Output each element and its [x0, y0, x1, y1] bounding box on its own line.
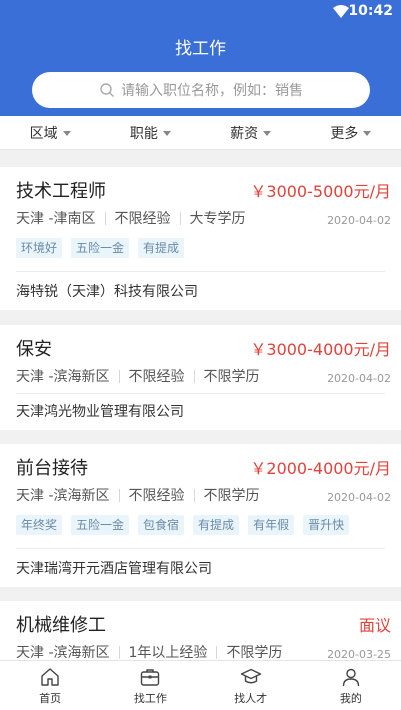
job-education: 大专学历 [189, 211, 246, 227]
tab-home[interactable]: 首页 [0, 661, 100, 710]
card-divider [16, 271, 385, 272]
search-input[interactable]: 请输入职位名称，例如：销售 [32, 72, 370, 108]
wifi-icon [333, 5, 349, 18]
job-tag: 包食宿 [138, 515, 185, 535]
search-icon [100, 83, 114, 97]
job-salary: 面议 [358, 616, 391, 635]
search-placeholder: 请输入职位名称，例如：销售 [121, 83, 303, 99]
job-card[interactable]: 技术工程师 ￥3000-5000元/月 天津 -津南区 不限经验 大专学历 20… [0, 167, 401, 310]
job-tag: 五险一金 [71, 515, 130, 535]
card-divider [16, 393, 385, 394]
job-experience: 不限经验 [114, 211, 171, 227]
tab-find-job[interactable]: 找工作 [100, 661, 200, 710]
divider [179, 211, 181, 225]
job-experience: 不限经验 [128, 488, 185, 504]
job-title: 技术工程师 [16, 181, 106, 202]
divider [118, 645, 120, 659]
caret-down-icon [62, 131, 71, 136]
job-experience: 不限经验 [128, 369, 185, 385]
divider [118, 488, 120, 502]
job-card[interactable]: 保安 ￥3000-4000元/月 天津 -滨海新区 不限经验 不限学历 2020… [0, 325, 401, 430]
job-meta: 天津 -滨海新区 不限经验 不限学历 [16, 485, 260, 505]
tab-label: 找工作 [133, 691, 167, 705]
job-meta: 天津 -滨海新区 1年以上经验 不限学历 [16, 642, 282, 662]
filter-salary[interactable]: 薪资 [201, 116, 301, 149]
job-title: 机械维修工 [16, 615, 106, 636]
job-title: 保安 [16, 339, 52, 360]
job-salary: ￥3000-5000元/月 [250, 182, 391, 201]
caret-down-icon [263, 131, 272, 136]
filter-label: 薪资 [230, 125, 259, 142]
caret-down-icon [363, 131, 372, 136]
filter-region[interactable]: 区域 [0, 116, 100, 149]
divider [118, 369, 120, 383]
filter-bar: 区域 职能 薪资 更多 [0, 116, 401, 150]
company-name: 海特锐（天津）科技有限公司 [16, 284, 198, 300]
tab-label: 首页 [39, 691, 62, 705]
job-education: 不限学历 [226, 645, 283, 661]
job-date: 2020-04-02 [327, 372, 391, 385]
job-location: 天津 -滨海新区 [16, 369, 110, 385]
header: 10:42 找工作 请输入职位名称，例如：销售 [0, 0, 401, 116]
card-divider [16, 548, 385, 549]
job-tag: 晋升快 [303, 515, 350, 535]
job-tag: 环境好 [16, 238, 63, 258]
status-bar: 10:42 [0, 0, 401, 24]
job-education: 不限学历 [203, 488, 260, 504]
job-location: 天津 -津南区 [16, 211, 96, 227]
status-time: 10:42 [348, 3, 393, 19]
home-icon [41, 667, 59, 686]
caret-down-icon [162, 131, 171, 136]
divider [193, 488, 195, 502]
filter-label: 职能 [129, 125, 158, 142]
job-tag: 有年假 [248, 515, 295, 535]
job-salary: ￥3000-4000元/月 [250, 340, 391, 359]
filter-label: 区域 [29, 125, 58, 142]
job-date: 2020-04-02 [327, 214, 391, 227]
tab-label: 找人才 [234, 691, 268, 705]
job-card[interactable]: 前台接待 ￥2000-4000元/月 天津 -滨海新区 不限经验 不限学历 20… [0, 444, 401, 587]
tab-label: 我的 [339, 691, 362, 705]
divider [216, 645, 218, 659]
tab-mine[interactable]: 我的 [301, 661, 401, 710]
company-name: 天津瑞湾开元酒店管理有限公司 [16, 561, 212, 577]
filter-function[interactable]: 职能 [100, 116, 200, 149]
tab-find-talent[interactable]: 找人才 [201, 661, 301, 710]
divider [104, 211, 106, 225]
briefcase-icon [141, 668, 160, 686]
graduation-cap-icon [240, 668, 261, 683]
job-tag: 五险一金 [71, 238, 130, 258]
job-tag: 有提成 [193, 515, 240, 535]
job-tag: 年终奖 [16, 515, 63, 535]
job-tag: 有提成 [138, 238, 185, 258]
user-icon [342, 668, 360, 686]
filter-label: 更多 [330, 125, 359, 142]
job-date: 2020-04-02 [327, 491, 391, 504]
job-experience: 1年以上经验 [128, 645, 208, 661]
divider [193, 369, 195, 383]
job-tags: 环境好 五险一金 有提成 [16, 238, 193, 258]
job-meta: 天津 -滨海新区 不限经验 不限学历 [16, 366, 260, 386]
job-location: 天津 -滨海新区 [16, 645, 110, 661]
job-title: 前台接待 [16, 458, 88, 479]
tab-bar: 首页 找工作 找人才 我的 [0, 660, 401, 710]
job-tags: 年终奖 五险一金 包食宿 有提成 有年假 晋升快 [16, 515, 358, 535]
job-education: 不限学历 [203, 369, 260, 385]
company-name: 天津鸿光物业管理有限公司 [16, 404, 184, 420]
job-location: 天津 -滨海新区 [16, 488, 110, 504]
job-meta: 天津 -津南区 不限经验 大专学历 [16, 208, 246, 228]
job-salary: ￥2000-4000元/月 [250, 459, 391, 478]
page-title: 找工作 [175, 39, 226, 59]
filter-more[interactable]: 更多 [301, 116, 401, 149]
